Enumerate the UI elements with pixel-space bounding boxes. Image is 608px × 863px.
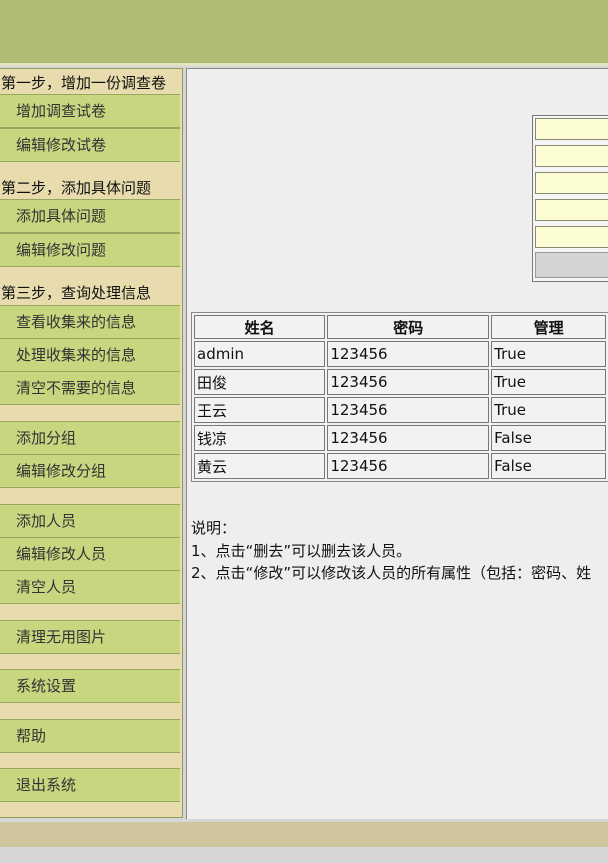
cell-name: admin (194, 341, 326, 367)
nav-label: 退出系统 (16, 776, 77, 794)
table-row: 钱凉 123456 False (194, 425, 606, 451)
nav-label: 编辑修改人员 (16, 545, 107, 563)
user-form (532, 115, 608, 282)
nav-label: 清理无用图片 (16, 628, 107, 646)
nav-label: 添加人员 (16, 512, 77, 530)
banner-divider (0, 63, 608, 66)
nav-logout[interactable]: 退出系统 (0, 768, 180, 802)
nav-edit-group[interactable]: 编辑修改分组 (0, 454, 180, 488)
nav-label: 编辑修改问题 (16, 241, 107, 259)
cell-password: 123456 (327, 341, 490, 367)
table-row: admin 123456 True (194, 341, 606, 367)
cell-admin: False (491, 425, 606, 451)
table-header-row: 姓名 密码 管理 (194, 315, 606, 339)
header-name: 姓名 (194, 315, 326, 339)
nav-label: 查看收集来的信息 (16, 313, 137, 331)
header-admin: 管理 (491, 315, 606, 339)
cell-password: 123456 (327, 425, 490, 451)
notes-line-2: 2、点击“修改”可以修改该人员的所有属性（包括：密码、姓 (191, 564, 592, 582)
nav-process-info[interactable]: 处理收集来的信息 (0, 338, 180, 372)
cell-name: 黄云 (194, 453, 326, 479)
nav-add-survey[interactable]: 增加调查试卷 (0, 94, 180, 128)
nav-label: 帮助 (16, 727, 47, 745)
main-content: 姓名 密码 管理 admin 123456 True 田俊 123456 Tru… (186, 68, 608, 819)
form-input-2[interactable] (535, 145, 608, 167)
nav-label: 添加具体问题 (16, 207, 107, 225)
cell-admin: False (491, 453, 606, 479)
user-table: 姓名 密码 管理 admin 123456 True 田俊 123456 Tru… (191, 312, 608, 482)
nav-label: 系统设置 (16, 677, 77, 695)
nav-label: 处理收集来的信息 (16, 346, 137, 364)
top-banner (0, 0, 608, 63)
sidebar: 第一步，增加一份调查卷 增加调查试卷 编辑修改试卷 第二步，添加具体问题 添加具… (0, 68, 183, 818)
nav-edit-survey[interactable]: 编辑修改试卷 (0, 128, 180, 162)
nav-clear-info[interactable]: 清空不需要的信息 (0, 371, 180, 405)
nav-help[interactable]: 帮助 (0, 719, 180, 753)
notes-line-1: 1、点击“删去”可以删去该人员。 (191, 541, 412, 560)
nav-view-info[interactable]: 查看收集来的信息 (0, 305, 180, 339)
nav-settings[interactable]: 系统设置 (0, 669, 180, 703)
notes: 说明： 1、点击“删去”可以删去该人员。 2、点击“修改”可以修改该人员的所有属… (191, 517, 591, 585)
form-submit-button[interactable] (535, 252, 608, 278)
nav-add-group[interactable]: 添加分组 (0, 421, 180, 455)
nav-add-person[interactable]: 添加人员 (0, 504, 180, 538)
table-row: 王云 123456 True (194, 397, 606, 423)
form-input-1[interactable] (535, 118, 608, 140)
header-password: 密码 (327, 315, 490, 339)
nav-label: 编辑修改分组 (16, 462, 107, 480)
nav-edit-person[interactable]: 编辑修改人员 (0, 537, 180, 571)
nav-label: 编辑修改试卷 (16, 136, 107, 154)
step2-title: 第二步，添加具体问题 (1, 179, 152, 197)
nav-clean-images[interactable]: 清理无用图片 (0, 620, 180, 654)
nav-clear-person[interactable]: 清空人员 (0, 570, 180, 604)
footer-bar (0, 822, 608, 847)
cell-admin: True (491, 397, 606, 423)
form-input-3[interactable] (535, 172, 608, 194)
form-input-4[interactable] (535, 199, 608, 221)
nav-add-question[interactable]: 添加具体问题 (0, 199, 180, 233)
cell-name: 田俊 (194, 369, 326, 395)
form-input-5[interactable] (535, 226, 608, 248)
table-row: 黄云 123456 False (194, 453, 606, 479)
cell-admin: True (491, 369, 606, 395)
step3-title: 第三步，查询处理信息 (1, 284, 152, 302)
cell-admin: True (491, 341, 606, 367)
table-row: 田俊 123456 True (194, 369, 606, 395)
step1-title: 第一步，增加一份调查卷 (1, 74, 167, 92)
nav-edit-question[interactable]: 编辑修改问题 (0, 233, 180, 267)
notes-heading: 说明： (191, 519, 237, 537)
nav-label: 清空人员 (16, 578, 77, 596)
cell-password: 123456 (327, 453, 490, 479)
nav-label: 增加调查试卷 (16, 102, 107, 120)
nav-label: 清空不需要的信息 (16, 379, 137, 397)
cell-name: 钱凉 (194, 425, 326, 451)
cell-password: 123456 (327, 397, 490, 423)
cell-password: 123456 (327, 369, 490, 395)
cell-name: 王云 (194, 397, 326, 423)
nav-label: 添加分组 (16, 429, 77, 447)
